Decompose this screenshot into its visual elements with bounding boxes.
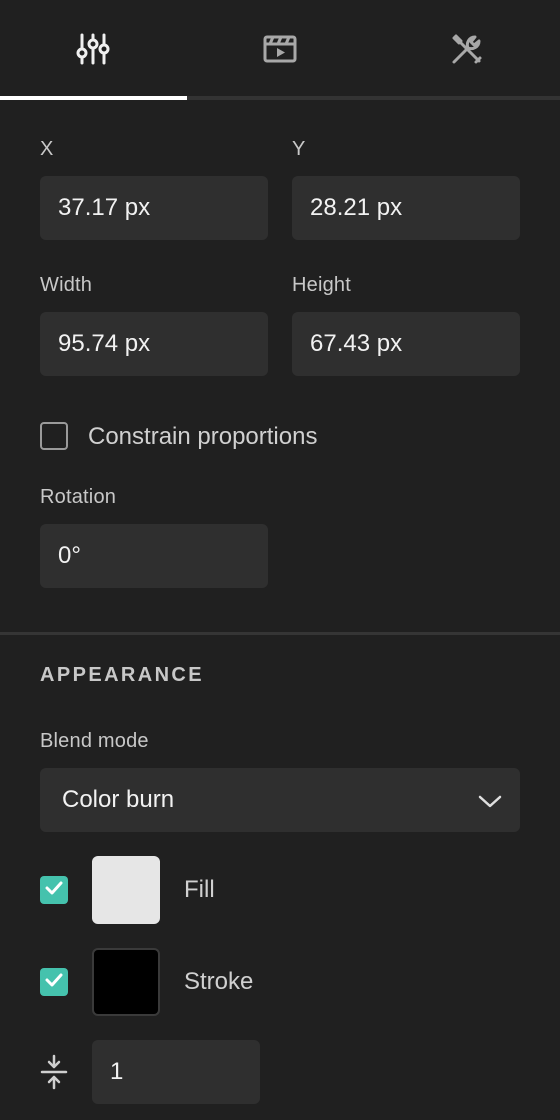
tab-media[interactable] — [187, 0, 374, 97]
chevron-down-icon — [478, 790, 502, 818]
width-label: Width — [40, 274, 93, 296]
tab-bar — [0, 0, 560, 100]
fill-color-swatch[interactable] — [92, 856, 160, 924]
checkmark-icon — [44, 880, 64, 901]
blend-mode-label: Blend mode — [40, 730, 149, 752]
tab-adjustments[interactable] — [0, 0, 187, 97]
tab-tools[interactable] — [373, 0, 560, 97]
appearance-section-title: APPEARANCE — [40, 664, 205, 686]
checkmark-icon — [44, 972, 64, 993]
width-input[interactable]: 95.74 px — [40, 312, 268, 376]
active-tab-indicator — [0, 96, 187, 100]
x-input[interactable]: 37.17 px — [40, 176, 268, 240]
stroke-color-swatch[interactable] — [92, 948, 160, 1016]
sliders-icon — [76, 32, 110, 66]
x-label: X — [40, 138, 54, 160]
rotation-input[interactable]: 0° — [40, 524, 268, 588]
blend-mode-select[interactable]: Color burn — [40, 768, 520, 832]
section-divider — [0, 632, 560, 635]
rotation-label: Rotation — [40, 486, 117, 508]
blend-mode-value: Color burn — [62, 786, 175, 813]
height-label: Height — [292, 274, 352, 296]
fill-checkbox[interactable] — [40, 876, 68, 904]
y-label: Y — [292, 138, 306, 160]
stroke-checkbox[interactable] — [40, 968, 68, 996]
y-input[interactable]: 28.21 px — [292, 176, 520, 240]
height-input[interactable]: 67.43 px — [292, 312, 520, 376]
fill-label: Fill — [184, 876, 215, 903]
stroke-width-input[interactable]: 1 — [92, 1040, 260, 1104]
stroke-label: Stroke — [184, 968, 254, 995]
stroke-width-icon — [40, 1054, 68, 1095]
constrain-proportions-checkbox[interactable] — [40, 422, 68, 450]
tools-icon — [450, 32, 484, 66]
video-clapperboard-icon — [263, 34, 297, 64]
constrain-proportions-label: Constrain proportions — [88, 423, 318, 450]
